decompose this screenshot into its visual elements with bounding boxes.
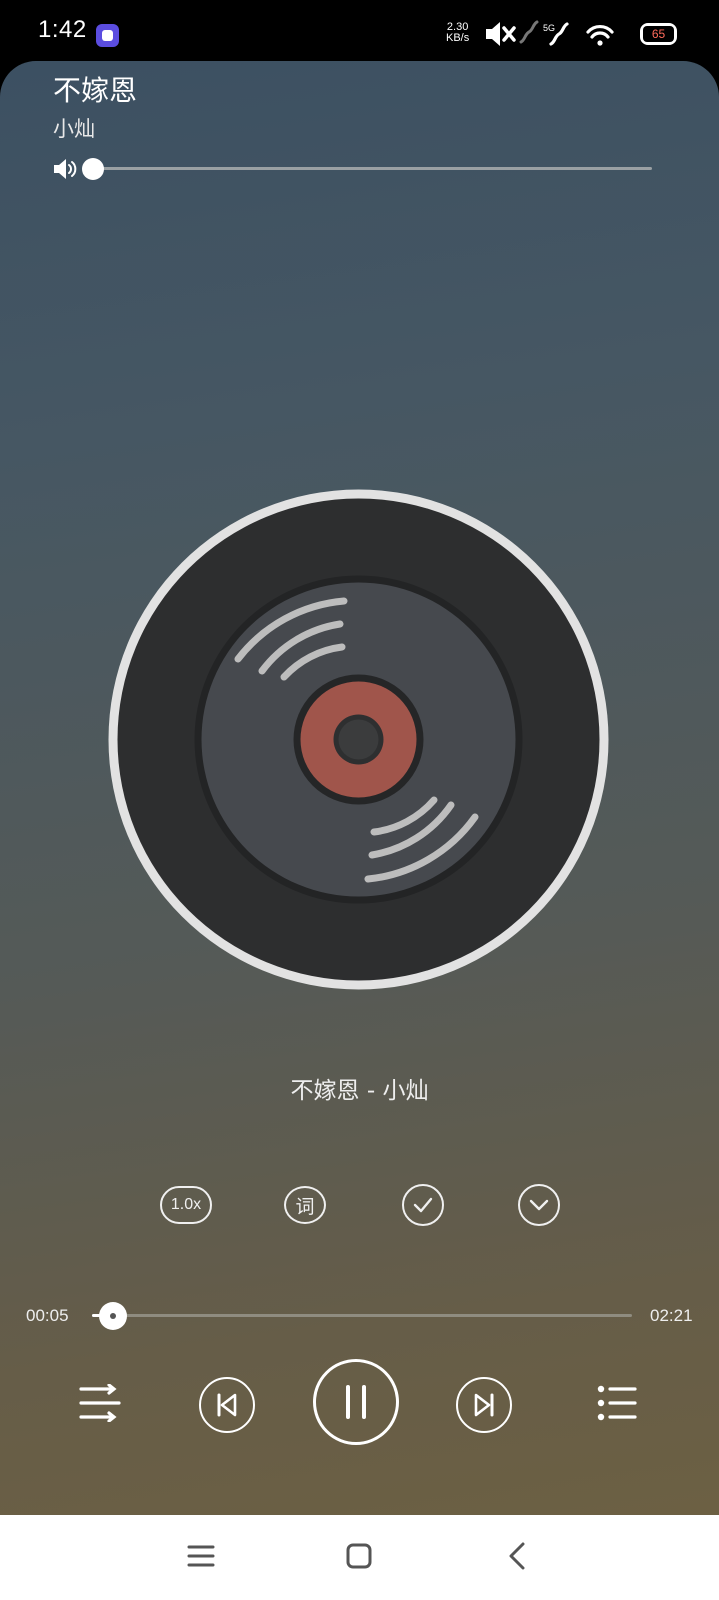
vinyl-disc-artwork [108, 489, 609, 990]
song-artist: 小灿 [53, 117, 95, 141]
app-notification-icon [96, 24, 119, 47]
battery-level: 65 [643, 26, 674, 42]
total-time: 02:21 [650, 1306, 693, 1325]
chevron-down-icon[interactable] [518, 1184, 560, 1226]
volume-slider-track[interactable] [92, 167, 652, 170]
play-mode-icon[interactable] [78, 1383, 122, 1423]
check-circle-icon[interactable] [402, 1184, 444, 1226]
progress-track[interactable] [92, 1314, 632, 1317]
navigation-bar [0, 1515, 719, 1600]
next-icon[interactable] [456, 1377, 512, 1433]
battery-icon: 65 [640, 23, 677, 45]
playback-speed-button[interactable]: 1.0x [160, 1186, 212, 1224]
net-speed: 2.30 KB/s [446, 22, 469, 44]
song-title: 不嫁恩 [53, 74, 138, 107]
previous-icon[interactable] [199, 1377, 255, 1433]
speaker-icon[interactable] [52, 157, 78, 181]
mute-icon [486, 22, 516, 46]
home-icon[interactable] [344, 1541, 374, 1571]
playlist-icon[interactable] [595, 1383, 639, 1423]
wifi-icon [586, 25, 614, 46]
signal-5g-icon: 5G [543, 22, 569, 46]
net-speed-unit: KB/s [446, 32, 470, 44]
volume-slider-knob[interactable] [82, 158, 104, 180]
status-icons: 5G [486, 20, 614, 46]
player-sheet: 不嫁恩 小灿 不嫁恩 - 小灿 1.0x 词 00:05 02:21 [0, 61, 719, 1515]
status-bar: 1:42 2.30 KB/s 5G 65 [0, 0, 719, 62]
current-time: 00:05 [26, 1306, 69, 1325]
menu-icon[interactable] [186, 1541, 216, 1571]
pause-icon[interactable] [313, 1359, 399, 1445]
lyrics-button[interactable]: 词 [284, 1186, 326, 1224]
now-playing-label: 不嫁恩 - 小灿 [290, 1078, 429, 1104]
status-time: 1:42 [38, 16, 87, 43]
progress-knob[interactable] [99, 1302, 127, 1330]
back-icon[interactable] [502, 1541, 532, 1571]
signal-icon [519, 20, 539, 44]
network-label: 5G [543, 23, 555, 33]
